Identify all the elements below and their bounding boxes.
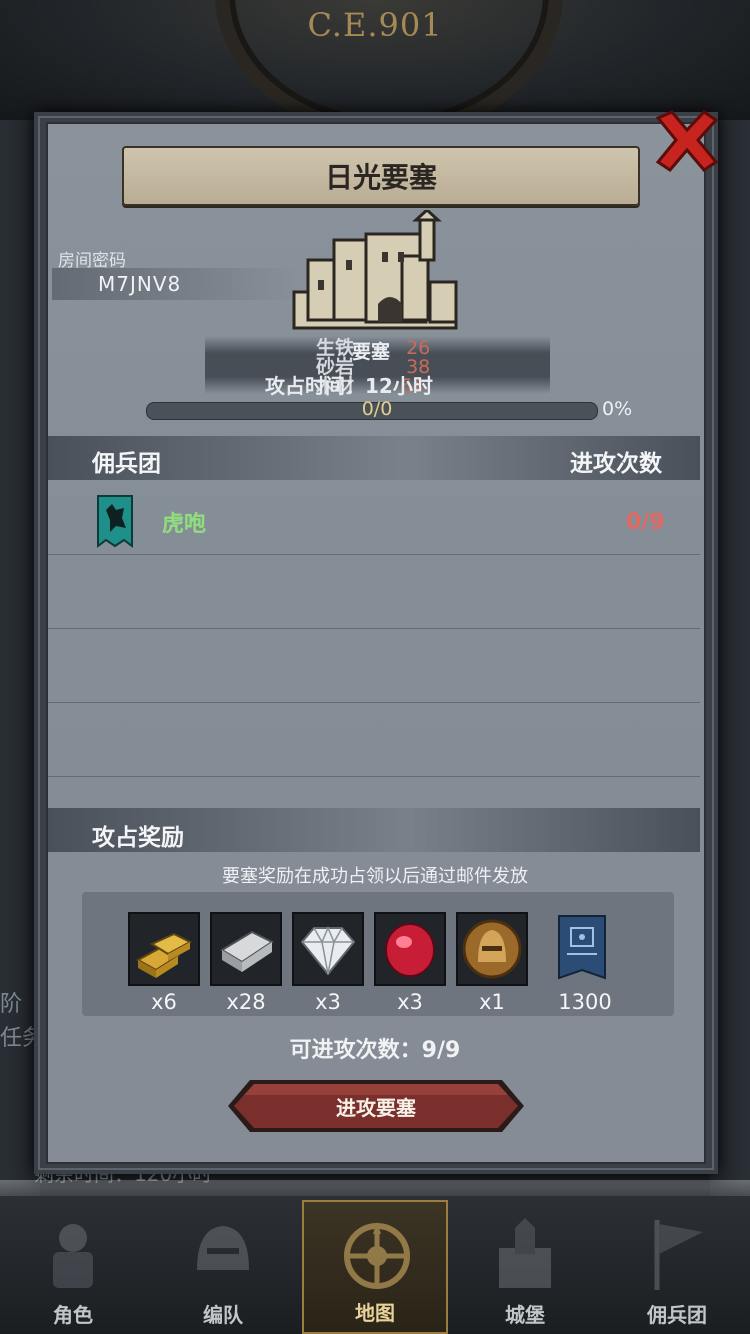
table-row-divider	[48, 628, 700, 629]
reward-qty-diamond: x3	[315, 990, 341, 1014]
remaining-attempts: 可进攻次数：9/9	[289, 1038, 461, 1063]
occupy-progress-count: 0/0	[361, 398, 393, 420]
occupy-progress-percent: 0%	[602, 398, 633, 420]
table-row-divider	[48, 702, 700, 703]
reward-slot-diamond[interactable]	[292, 912, 364, 986]
attack-fortress-label: 进攻要塞	[336, 1095, 416, 1120]
nav-tab-role[interactable]: 角色	[0, 1200, 146, 1334]
era-label: C.E.901	[307, 6, 443, 44]
reward-slot-medal[interactable]	[456, 912, 528, 986]
table-row-divider	[48, 776, 700, 777]
reward-qty-gold: x6	[151, 990, 177, 1014]
gold-bars-icon	[135, 932, 193, 978]
nav-label-mercenary: 佣兵团	[647, 1303, 707, 1327]
modal-title: 日光要塞	[324, 161, 437, 194]
nav-tab-team[interactable]: 编队	[150, 1200, 296, 1334]
nav-label-map: 地图	[355, 1301, 395, 1325]
reward-slot-iron[interactable]	[210, 912, 282, 986]
nav-tab-map[interactable]: 地图	[302, 1200, 448, 1334]
title-banner: 日光要塞	[122, 146, 640, 206]
compass-icon	[344, 1222, 410, 1289]
helmet-icon	[197, 1226, 249, 1270]
nav-label-role: 角色	[53, 1303, 93, 1327]
nav-tab-mercenary[interactable]: 佣兵团	[604, 1200, 750, 1334]
knight-icon	[53, 1224, 93, 1288]
reward-qty-iron: x28	[226, 990, 266, 1014]
mercenary-attack-count: 0/9	[626, 510, 665, 535]
attack-count-column-header: 进攻次数	[570, 451, 662, 477]
occupy-time: 攻占时间：12小时	[265, 374, 433, 398]
bg-peek-stage: 阶	[0, 992, 23, 1017]
mercenary-column-header: 佣兵团	[92, 451, 161, 477]
ruby-icon	[385, 923, 435, 977]
nav-tab-castle[interactable]: 城堡	[452, 1200, 598, 1334]
nav-label-castle: 城堡	[505, 1303, 545, 1327]
nav-label-team: 编队	[203, 1303, 243, 1327]
banner-icon	[654, 1220, 703, 1290]
room-password-value: M7JNV8	[98, 272, 182, 296]
rewards-title: 攻占奖励	[92, 825, 184, 851]
diamond-icon	[300, 926, 356, 976]
table-row[interactable]	[48, 482, 700, 555]
knight-helmet-medal-icon	[462, 919, 522, 979]
rewards-note: 要塞奖励在成功占领以后通过邮件发放	[222, 866, 528, 887]
castle-icon	[499, 1218, 551, 1288]
iron-ingot-icon	[220, 930, 274, 972]
fortress-label: 要塞	[352, 341, 391, 363]
fortress-banner-icon[interactable]	[557, 914, 607, 984]
reward-qty-ruby: x3	[397, 990, 423, 1014]
reward-qty-medal: x1	[479, 990, 505, 1014]
reward-slot-ruby[interactable]	[374, 912, 446, 986]
close-icon[interactable]	[652, 108, 722, 174]
fortress-castle-icon	[292, 210, 458, 330]
wolf-banner-icon	[97, 495, 133, 548]
reward-slot-gold[interactable]	[128, 912, 200, 986]
reward-qty-fortress-banner: 1300	[558, 990, 612, 1014]
mercenary-name: 虎咆	[162, 512, 207, 537]
